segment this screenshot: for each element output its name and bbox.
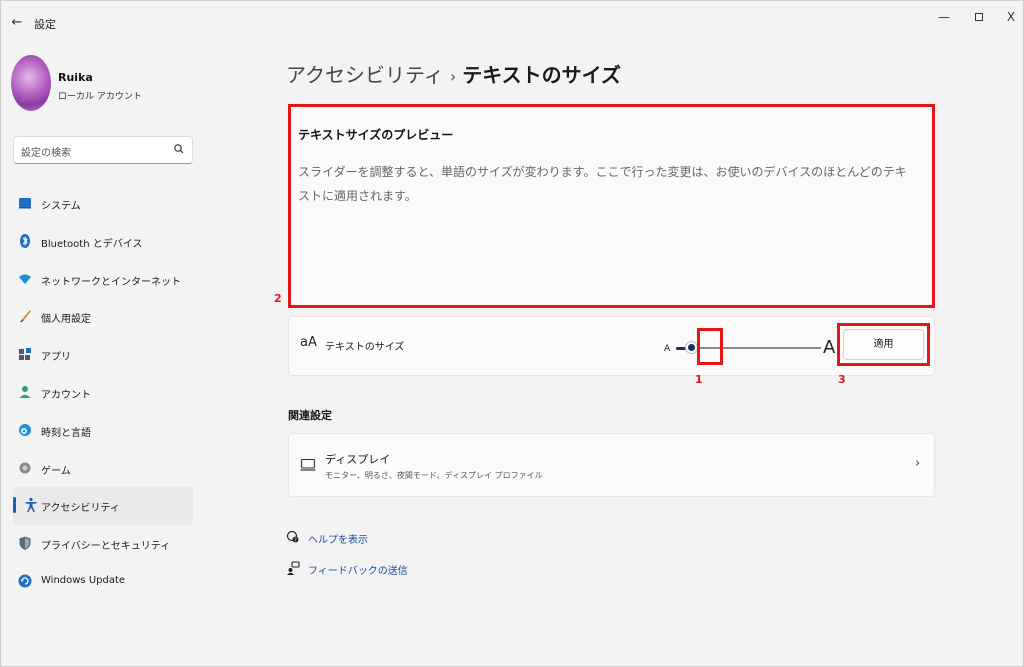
- slider-thumb[interactable]: [686, 342, 697, 353]
- display-settings-link[interactable]: ディスプレイ モニター、明るさ、夜間モード、ディスプレイ プロファイル ›: [288, 433, 935, 497]
- active-indicator: [13, 497, 16, 514]
- back-button[interactable]: ←: [7, 13, 27, 33]
- sidebar-item-label: ネットワークとインターネット: [41, 276, 181, 288]
- settings-window: ← 設定 — X Ruika ローカル アカウント 設定の検索 システム Blu…: [0, 0, 1024, 667]
- user-name: Ruika: [58, 71, 93, 84]
- sidebar-item-label: ゲーム: [41, 465, 71, 477]
- annotation-1: 1: [695, 373, 703, 386]
- sidebar-item-label: アクセシビリティ: [41, 503, 120, 515]
- bluetooth-icon: [20, 233, 30, 248]
- text-size-icon: aA: [300, 335, 317, 350]
- sidebar-item-label: Bluetooth とデバイス: [41, 238, 143, 250]
- account-type: ローカル アカウント: [58, 92, 142, 102]
- help-icon: ?: [286, 530, 299, 543]
- title-bar: ← 設定 — X: [1, 1, 1023, 45]
- sidebar-item-windows-update[interactable]: Windows Update: [13, 563, 193, 601]
- sidebar-item-label: システム: [41, 201, 81, 212]
- app-title: 設定: [34, 18, 56, 31]
- game-icon: [19, 462, 31, 474]
- sidebar-item-label: アプリ: [41, 352, 71, 364]
- display-icon: [300, 458, 316, 471]
- account-icon: [19, 385, 31, 398]
- slider-min-label: A: [664, 344, 671, 354]
- sidebar-item-privacy[interactable]: プライバシーとセキュリティ: [13, 525, 193, 563]
- page-title: テキストのサイズ: [462, 63, 622, 87]
- display-subtitle: モニター、明るさ、夜間モード、ディスプレイ プロファイル: [325, 471, 543, 480]
- sidebar-item-label: 時刻と言語: [41, 427, 91, 439]
- maximize-button[interactable]: [962, 7, 996, 29]
- globe-icon: [19, 423, 31, 436]
- feedback-icon: [287, 561, 300, 575]
- display-title: ディスプレイ: [325, 453, 391, 466]
- apply-button[interactable]: 適用: [843, 329, 924, 360]
- annotation-3: 3: [838, 373, 846, 386]
- slider-max-label: A: [823, 337, 836, 358]
- breadcrumb: アクセシビリティ › テキストのサイズ: [286, 59, 621, 88]
- feedback-link-text[interactable]: フィードバックの送信: [308, 562, 408, 577]
- chevron-right-icon: ›: [915, 456, 921, 471]
- close-button[interactable]: X: [994, 7, 1024, 29]
- text-size-label: テキストのサイズ: [325, 342, 405, 353]
- sidebar: システム Bluetooth とデバイス ネットワークとインターネット 個人用設…: [13, 185, 193, 601]
- sidebar-item-network[interactable]: ネットワークとインターネット: [13, 261, 193, 299]
- text-size-card: aA テキストのサイズ A A 適用: [288, 316, 935, 376]
- avatar[interactable]: [11, 55, 51, 111]
- sidebar-item-accessibility[interactable]: アクセシビリティ: [13, 487, 193, 526]
- annotation-box-slider: [697, 328, 723, 365]
- sidebar-item-system[interactable]: システム: [13, 185, 193, 223]
- search-input[interactable]: 設定の検索: [13, 136, 193, 164]
- search-icon[interactable]: [172, 142, 186, 156]
- minimize-button[interactable]: —: [927, 7, 961, 29]
- sidebar-item-label: プライバシーとセキュリティ: [41, 541, 171, 553]
- sidebar-item-label: アカウント: [41, 389, 91, 401]
- system-icon: [19, 198, 31, 209]
- accessibility-icon: [25, 498, 37, 513]
- sidebar-item-bluetooth[interactable]: Bluetooth とデバイス: [13, 223, 193, 261]
- related-settings-heading: 関連設定: [288, 409, 332, 422]
- sidebar-item-personalization[interactable]: 個人用設定: [13, 298, 193, 336]
- text-size-preview: テキストサイズのプレビュー スライダーを調整すると、単語のサイズが変わります。こ…: [288, 104, 935, 308]
- brush-icon: [20, 310, 31, 323]
- breadcrumb-parent[interactable]: アクセシビリティ: [286, 63, 444, 87]
- breadcrumb-separator: ›: [449, 67, 457, 86]
- help-link-text[interactable]: ヘルプを表示: [308, 531, 368, 546]
- sidebar-item-label: Windows Update: [41, 574, 126, 586]
- svg-text:?: ?: [294, 537, 297, 543]
- update-icon: [18, 574, 32, 588]
- preview-text: スライダーを調整すると、単語のサイズが変わります。ここで行った変更は、お使いのデ…: [298, 165, 907, 203]
- annotation-2: 2: [274, 292, 282, 305]
- sidebar-item-apps[interactable]: アプリ: [13, 336, 193, 374]
- wifi-icon: [19, 274, 31, 284]
- sidebar-item-accounts[interactable]: アカウント: [13, 374, 193, 412]
- preview-title: テキストサイズのプレビュー: [298, 128, 454, 142]
- sidebar-item-time-language[interactable]: 時刻と言語: [13, 412, 193, 450]
- shield-icon: [19, 536, 31, 551]
- sidebar-item-gaming[interactable]: ゲーム: [13, 450, 193, 488]
- search-placeholder: 設定の検索: [21, 148, 71, 159]
- apps-icon: [19, 348, 31, 361]
- sidebar-item-label: 個人用設定: [41, 314, 91, 326]
- maximize-icon: [975, 13, 983, 21]
- annotation-box-apply: 適用: [837, 323, 930, 366]
